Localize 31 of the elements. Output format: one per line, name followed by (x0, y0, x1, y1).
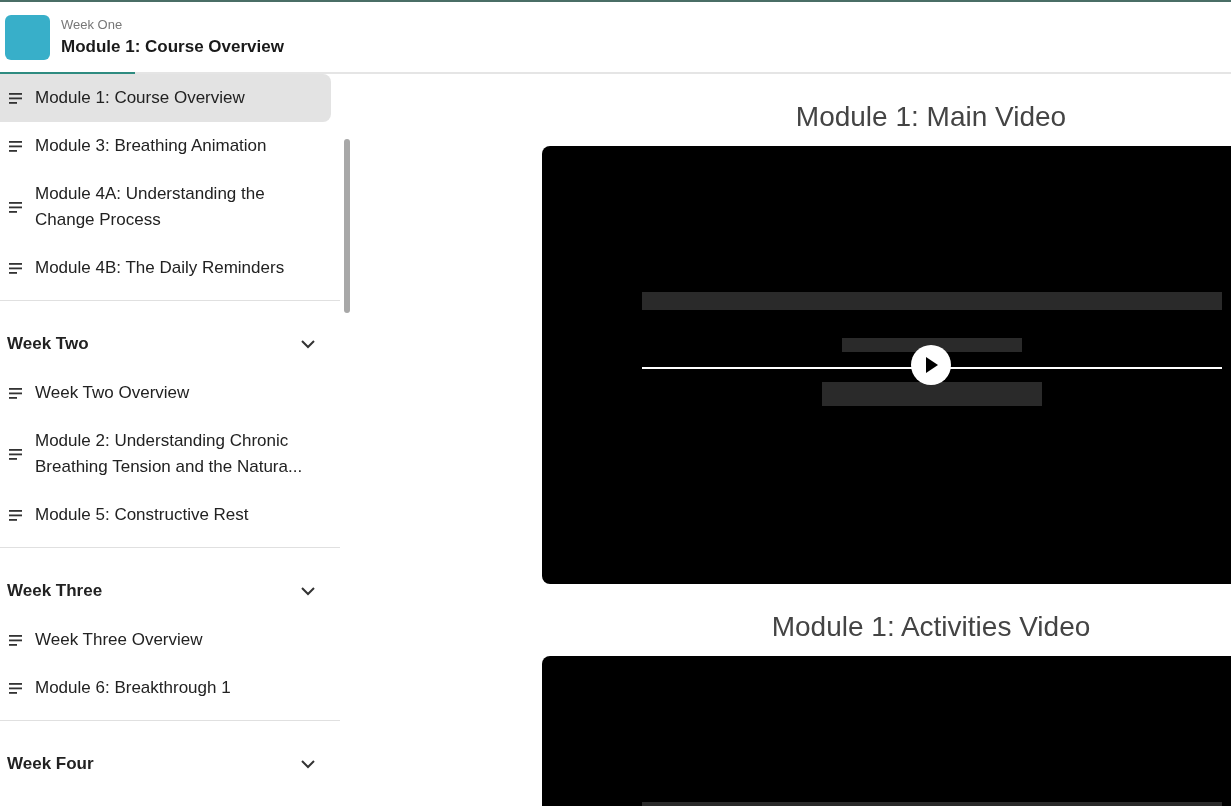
section-heading[interactable]: Week Four (7, 751, 94, 777)
lesson-item[interactable]: Week Two Overview (0, 369, 331, 417)
chevron-down-icon[interactable] (300, 759, 316, 769)
lesson-item[interactable]: Module 4B: The Daily Reminders (0, 244, 331, 292)
scrollbar-thumb[interactable] (344, 139, 350, 313)
list-icon (9, 262, 23, 274)
lesson-item[interactable]: Week Three Overview (0, 616, 331, 664)
chevron-down-icon[interactable] (300, 339, 316, 349)
section-heading[interactable]: Week Three (7, 578, 103, 604)
play-icon (923, 356, 939, 374)
video-title: Module 1: Activities Video (770, 610, 1092, 644)
lesson-item[interactable]: Module 4A: Understanding the Change Process (0, 170, 331, 244)
list-icon (9, 634, 23, 646)
week-label: Week One (61, 15, 124, 34)
section-heading[interactable]: Week Two (7, 331, 89, 357)
module-title: Module 1: Course Overview (61, 36, 284, 58)
list-icon (9, 682, 23, 694)
chevron-down-icon[interactable] (300, 586, 316, 596)
lesson-item[interactable]: Module 3: Breathing Animation (0, 122, 331, 170)
list-icon (9, 509, 23, 521)
list-icon (9, 140, 23, 152)
video-title: Module 1: Main Video (794, 100, 1068, 134)
lesson-item[interactable]: Module 6: Breakthrough 1 (0, 664, 331, 712)
list-icon (9, 201, 23, 213)
lesson-item[interactable]: Module 2: Understanding Chronic Breathing Tension and the Natura... (0, 417, 331, 491)
lesson-item[interactable]: Module 5: Constructive Rest (0, 491, 331, 539)
list-icon (9, 448, 23, 460)
list-icon (9, 92, 23, 104)
list-icon (9, 387, 23, 399)
lesson-item[interactable]: Module 1: Course Overview (0, 74, 331, 122)
course-logo (5, 14, 50, 60)
